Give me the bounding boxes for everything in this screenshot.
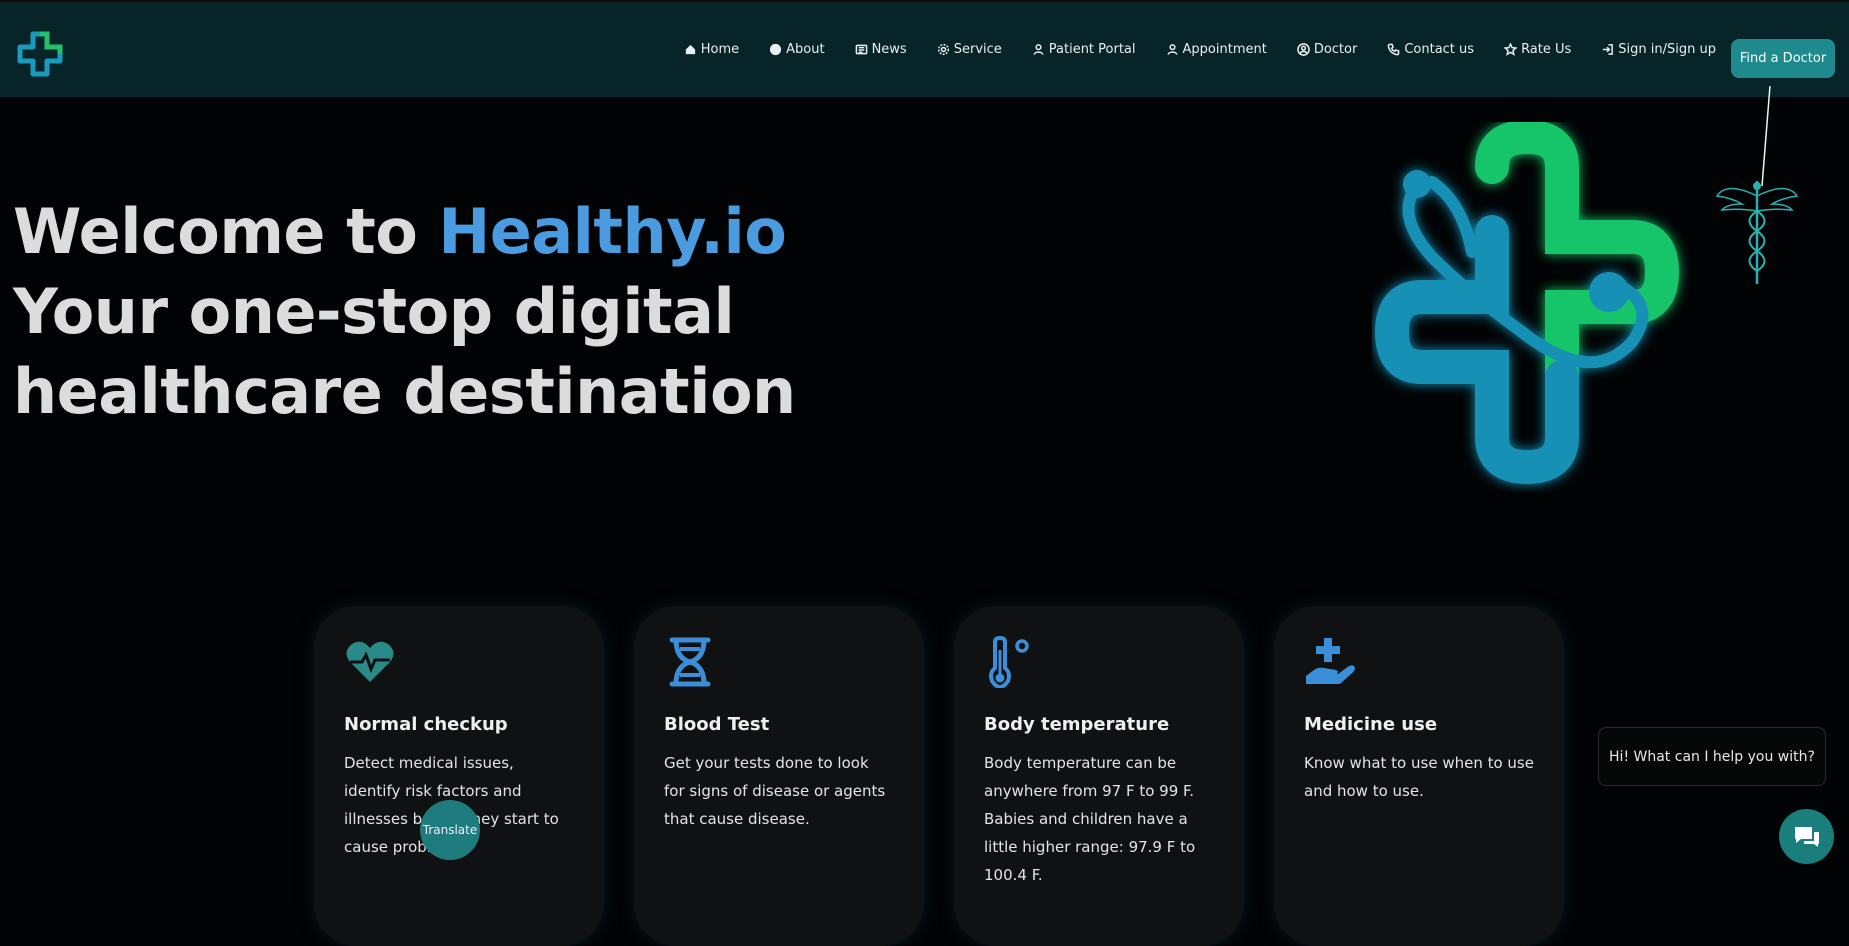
- chat-button[interactable]: [1779, 809, 1834, 864]
- nav-appointment[interactable]: Appointment: [1151, 42, 1282, 57]
- home-icon: [685, 44, 695, 55]
- nav-about[interactable]: About: [754, 42, 839, 57]
- dna-icon: [669, 637, 711, 687]
- nav-rate-us[interactable]: Rate Us: [1489, 42, 1586, 57]
- newspaper-icon: [855, 44, 867, 55]
- nav-patient-portal[interactable]: Patient Portal: [1017, 42, 1151, 57]
- star-icon: [1504, 43, 1518, 56]
- nav-contact[interactable]: Contact us: [1372, 42, 1489, 57]
- card-title: Blood Test: [664, 714, 770, 735]
- nav-links: Home About News Service Patient Portal A…: [669, 42, 1731, 57]
- nav-sign-in[interactable]: Sign in/Sign up: [1586, 42, 1731, 57]
- nav-label: Service: [953, 42, 1002, 57]
- chat-icon: [1794, 826, 1819, 847]
- nav-doctor[interactable]: Doctor: [1282, 42, 1373, 57]
- nav-label: Appointment: [1182, 42, 1267, 57]
- card-normal-checkup[interactable]: Normal checkup Detect medical issues, id…: [314, 606, 604, 946]
- hero-line2: Your one-stop digital: [13, 275, 735, 348]
- hero-welcome: Welcome to: [13, 195, 439, 268]
- nav-label: Contact us: [1404, 42, 1475, 57]
- gear-icon: [937, 43, 949, 56]
- card-text: Know what to use when to use and how to …: [1304, 754, 1534, 800]
- logo-icon[interactable]: [14, 28, 66, 80]
- hero-title: Welcome to Healthy.io Your one-stop digi…: [13, 192, 796, 432]
- hero-medical-cross-icon: [1374, 122, 1680, 485]
- hand-medical-icon: [1306, 638, 1355, 684]
- card-medicine-use[interactable]: Medicine use Know what to use when to us…: [1274, 606, 1564, 946]
- phone-icon: [1387, 43, 1400, 56]
- find-doctor-button[interactable]: Find a Doctor: [1731, 39, 1835, 78]
- chat-greeting: Hi! What can I help you with?: [1598, 727, 1826, 786]
- hero-line3: healthcare destination: [13, 355, 796, 428]
- caduceus-icon: [1715, 86, 1799, 284]
- nav-label: Doctor: [1313, 42, 1358, 57]
- user-icon: [1167, 44, 1177, 55]
- nav-home[interactable]: Home: [669, 42, 754, 57]
- card-body-temperature[interactable]: Body temperature Body temperature can be…: [954, 606, 1244, 946]
- card-title: Medicine use: [1304, 714, 1438, 735]
- hero-brand: Healthy.io: [438, 195, 787, 268]
- user-icon: [1033, 44, 1044, 55]
- user-circle-icon: [1296, 43, 1310, 56]
- card-blood-test[interactable]: Blood Test Get your tests done to look f…: [634, 606, 924, 946]
- card-text: Get your tests done to look for signs of…: [664, 754, 886, 828]
- service-cards: Normal checkup Detect medical issues, id…: [314, 606, 1564, 946]
- nav-label: About: [786, 42, 825, 57]
- nav-label: Home: [700, 42, 740, 57]
- card-text: Body temperature can be anywhere from 97…: [984, 754, 1196, 884]
- sign-in-icon: [1603, 44, 1614, 55]
- card-title: Normal checkup: [344, 714, 508, 735]
- nav-label: Rate Us: [1521, 42, 1572, 57]
- nav-service[interactable]: Service: [922, 42, 1017, 57]
- navbar: Home About News Service Patient Portal A…: [0, 0, 1849, 97]
- nav-news[interactable]: News: [840, 42, 922, 57]
- card-title: Body temperature: [984, 714, 1170, 735]
- nav-label: Patient Portal: [1048, 42, 1136, 57]
- nav-label: Sign in/Sign up: [1618, 42, 1716, 57]
- thermometer-icon: [989, 635, 1029, 690]
- translate-button[interactable]: Translate: [420, 800, 480, 860]
- nav-label: News: [871, 42, 907, 57]
- info-icon: [770, 43, 782, 56]
- heartbeat-icon: [346, 641, 394, 682]
